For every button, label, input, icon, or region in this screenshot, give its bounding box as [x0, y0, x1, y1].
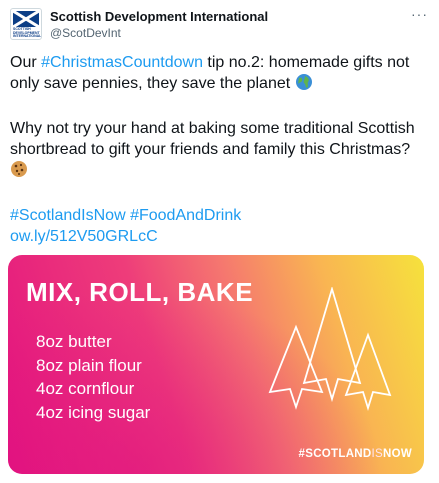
hashtag-scotlandisnow[interactable]: #ScotlandIsNow: [10, 207, 126, 224]
media-card[interactable]: MIX, ROLL, BAKE 8oz butter 8oz plain flo…: [8, 255, 424, 474]
card-hashtag-part: #SCOTLAND: [298, 448, 372, 460]
card-hashtag: #SCOTLANDISNOW: [299, 448, 412, 460]
christmas-trees-illustration: [268, 287, 392, 412]
tweet-paragraph-3: #ScotlandIsNow #FoodAndDrink: [10, 205, 430, 226]
card-hashtag-part: NOW: [382, 448, 412, 460]
tweet-paragraph-4: ow.ly/512V50GRLcC: [10, 226, 430, 247]
tweet-link[interactable]: ow.ly/512V50GRLcC: [10, 228, 158, 245]
card-hashtag-part: IS: [371, 448, 383, 460]
avatar[interactable]: SCOTTISH DEVELOPMENT INTERNATIONAL: [10, 8, 42, 40]
avatar-lettering: SCOTTISH DEVELOPMENT INTERNATIONAL: [13, 27, 42, 39]
tweet-paragraph-2: Why not try your hand at baking some tra…: [10, 118, 430, 184]
text-segment: Our: [10, 54, 42, 71]
ingredient-item: 8oz plain flour: [36, 355, 142, 375]
more-options-icon[interactable]: ···: [411, 6, 428, 22]
display-name[interactable]: Scottish Development International: [50, 9, 268, 25]
hashtag-christmascountdown[interactable]: #ChristmasCountdown: [41, 54, 203, 71]
saltire-flag-icon: [13, 11, 39, 27]
handle[interactable]: @ScotDevInt: [50, 25, 268, 41]
text-segment: Why not try your hand at baking some tra…: [10, 120, 415, 158]
ingredient-item: 4oz cornflour: [36, 379, 135, 398]
card-title: MIX, ROLL, BAKE: [26, 277, 254, 307]
cookie-icon: [10, 160, 28, 184]
hashtag-foodanddrink[interactable]: #FoodAndDrink: [130, 207, 241, 224]
ingredient-list: 8oz butter 8oz plain flour 4oz cornflour…: [36, 330, 150, 424]
globe-icon: [295, 73, 313, 97]
ingredient-item: 4oz icing sugar: [36, 402, 151, 422]
tweet-text: Our #ChristmasCountdown tip no.2: homema…: [10, 52, 430, 247]
tweet: SCOTTISH DEVELOPMENT INTERNATIONAL Scott…: [0, 0, 439, 483]
ingredient-item: 8oz butter: [36, 332, 112, 351]
tweet-paragraph-1: Our #ChristmasCountdown tip no.2: homema…: [10, 52, 430, 97]
tweet-header: SCOTTISH DEVELOPMENT INTERNATIONAL Scott…: [10, 6, 430, 44]
account-names: Scottish Development International @Scot…: [50, 9, 268, 41]
